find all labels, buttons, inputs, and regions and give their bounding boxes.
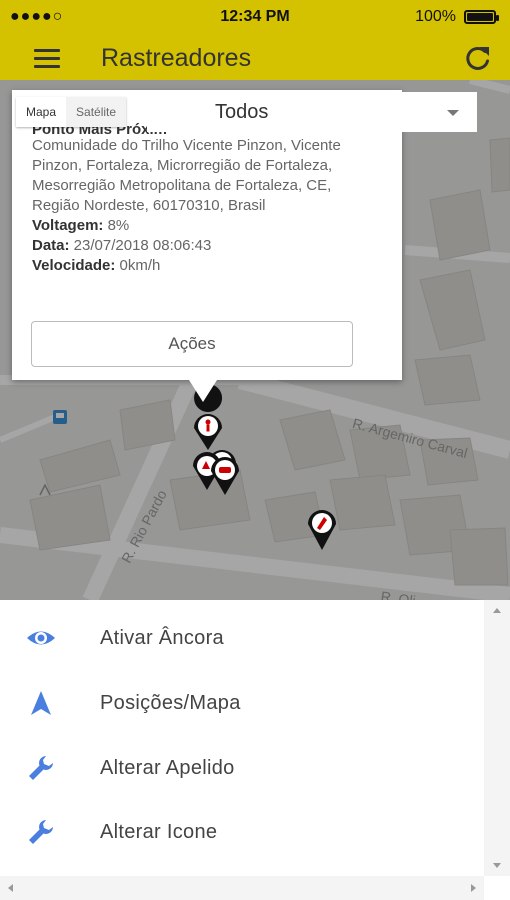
- tracker-filter-select[interactable]: Todos: [147, 92, 477, 132]
- menu-button[interactable]: [34, 36, 60, 80]
- horizontal-scrollbar[interactable]: [0, 876, 484, 900]
- ativar-ancora-label: Ativar Âncora: [100, 627, 224, 649]
- ativar-ancora-item[interactable]: Ativar Âncora: [0, 606, 484, 670]
- scroll-left-icon[interactable]: [8, 884, 13, 892]
- battery-fill: [467, 13, 493, 21]
- page-title: Rastreadores: [101, 44, 252, 72]
- status-bar: ●●●●○ 12:34 PM 100%: [0, 0, 510, 36]
- info-data: Data: 23/07/2018 08:06:43: [32, 236, 382, 256]
- refresh-icon: [466, 46, 489, 70]
- data-label: Data:: [32, 237, 70, 254]
- battery-percent: 100%: [415, 8, 456, 25]
- navigation-arrow-icon: [31, 691, 51, 715]
- alterar-apelido-label: Alterar Apelido: [100, 757, 235, 779]
- vertical-scrollbar[interactable]: [484, 600, 510, 876]
- eye-icon: [27, 631, 55, 645]
- info-address: Comunidade do Trilho Vicente Pinzon, Vic…: [32, 137, 341, 214]
- scroll-right-icon[interactable]: [471, 884, 476, 892]
- info-content: Ponto Mais Próxim Comunidade do Trilho V…: [32, 120, 382, 276]
- wrench-icon: [29, 756, 53, 780]
- map-view[interactable]: R. Argemiro Carval R. Rio Pardo R. Oli M…: [0, 80, 510, 600]
- posicoes-mapa-item[interactable]: Posições/Mapa: [0, 671, 484, 735]
- tracker-marker[interactable]: [211, 457, 239, 495]
- tracker-marker[interactable]: [308, 510, 336, 550]
- alterar-icone-label: Alterar Icone: [100, 821, 218, 843]
- data-value: 23/07/2018 08:06:43: [69, 237, 212, 254]
- battery-icon: [464, 10, 499, 24]
- velocidade-label: Velocidade:: [32, 257, 116, 274]
- alterar-icone-item[interactable]: Alterar Icone: [0, 800, 484, 864]
- map-type-mapa[interactable]: Mapa: [16, 97, 67, 127]
- info-window: Ponto Mais Próxim Comunidade do Trilho V…: [12, 90, 402, 402]
- refresh-button[interactable]: [464, 44, 492, 72]
- alterar-apelido-item[interactable]: Alterar Apelido: [0, 736, 484, 800]
- map-type-satelite[interactable]: Satélite: [66, 97, 127, 127]
- app-bar: Rastreadores: [0, 36, 510, 80]
- posicoes-mapa-label: Posições/Mapa: [100, 692, 241, 714]
- velocidade-value: 0km/h: [115, 257, 161, 274]
- info-velocidade: Velocidade: 0km/h: [32, 256, 382, 276]
- map-type-control: Mapa Satélite: [16, 97, 127, 127]
- menu-icon: [34, 64, 60, 68]
- wrench-icon: [29, 820, 53, 844]
- filter-value: Todos: [215, 101, 269, 123]
- scroll-down-icon[interactable]: [493, 863, 501, 868]
- action-sheet: Ativar Âncora Posições/Mapa Alterar Apel…: [0, 600, 510, 900]
- info-voltagem: Voltagem: 8%: [32, 216, 382, 236]
- voltagem-value: 8%: [103, 217, 130, 234]
- phone-screen: ●●●●○ 12:34 PM 100% Rastreadores R. Arge…: [0, 0, 510, 900]
- top-bar: ●●●●○ 12:34 PM 100% Rastreadores: [0, 0, 510, 80]
- menu-icon: [34, 56, 60, 60]
- voltagem-label: Voltagem:: [32, 217, 104, 234]
- scroll-up-icon[interactable]: [493, 608, 501, 613]
- acoes-button[interactable]: Ações: [31, 321, 353, 367]
- chevron-down-icon: [447, 110, 459, 116]
- menu-icon: [34, 48, 60, 52]
